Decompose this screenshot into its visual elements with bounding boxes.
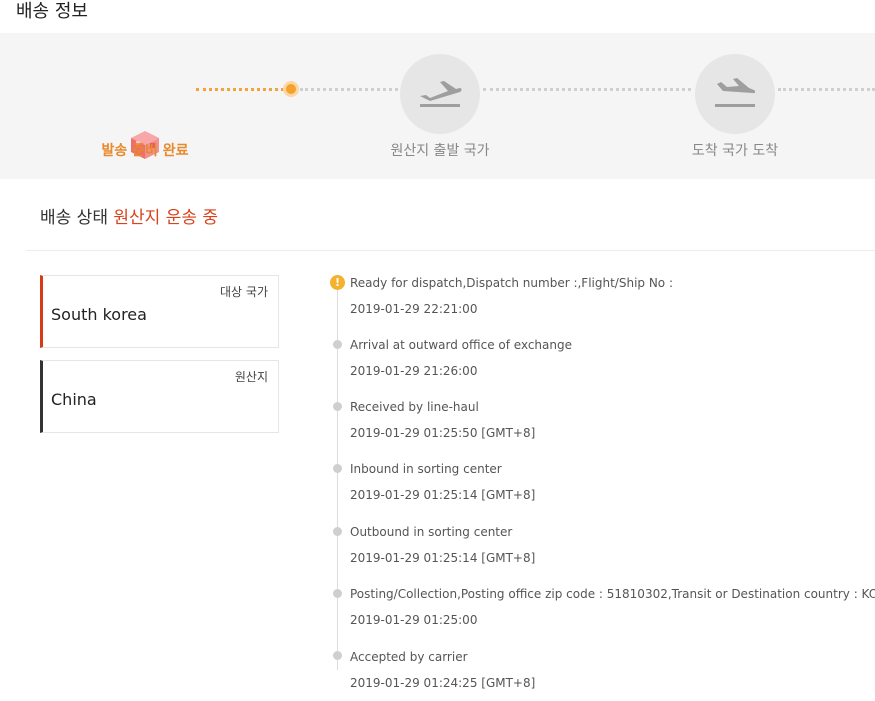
timeline-dot [333, 589, 342, 598]
timeline-dot [333, 340, 342, 349]
event-description: Ready for dispatch,Dispatch number :,Fli… [350, 276, 674, 290]
card-value: China [51, 390, 97, 409]
page-title: 배송 정보 [16, 1, 88, 22]
progress-dots-complete [196, 88, 284, 91]
plane-arrival-icon [715, 78, 756, 107]
progress-dots-pending [483, 88, 691, 91]
event-description: Inbound in sorting center [350, 462, 502, 476]
origin-country-card: 원산지 China [40, 360, 279, 433]
timeline-item: Ready for dispatch,Dispatch number :,Fli… [350, 276, 673, 316]
divider [26, 250, 875, 251]
timeline-dot [333, 651, 342, 660]
status-value: 원산지 운송 중 [113, 208, 219, 228]
shipping-progress: 발송 준비 완료 원산지 출발 국가 도착 국가 도착 [0, 33, 875, 179]
progress-dots-pending [300, 88, 398, 91]
event-time: 2019-01-29 01:25:00 [350, 613, 478, 627]
timeline-item: Accepted by carrier 2019-01-29 01:24:25 … [350, 650, 535, 690]
event-time: 2019-01-29 01:25:14 [GMT+8] [350, 488, 536, 502]
timeline-item: Arrival at outward office of exchange 20… [350, 338, 572, 378]
card-caption: 원산지 [234, 370, 268, 384]
event-description: Arrival at outward office of exchange [350, 338, 572, 352]
warning-icon: ! [330, 275, 345, 290]
timeline-dot [333, 402, 342, 411]
card-value: South korea [51, 305, 147, 324]
step-label-ready: 발송 준비 완료 [101, 143, 189, 159]
timeline-item: Received by line-haul 2019-01-29 01:25:5… [350, 400, 535, 440]
event-description: Received by line-haul [350, 400, 479, 414]
destination-country-card: 대상 국가 South korea [40, 275, 279, 348]
event-time: 2019-01-29 21:26:00 [350, 364, 478, 378]
event-time: 2019-01-29 22:21:00 [350, 302, 478, 316]
plane-departure-icon [420, 81, 462, 107]
event-time: 2019-01-29 01:24:25 [GMT+8] [350, 676, 536, 690]
timeline-dot [333, 464, 342, 473]
event-description: Outbound in sorting center [350, 525, 513, 539]
timeline-item: Inbound in sorting center 2019-01-29 01:… [350, 462, 535, 502]
timeline-item: Posting/Collection,Posting office zip co… [350, 587, 875, 627]
step-circle-departure [400, 54, 480, 134]
event-time: 2019-01-29 01:25:14 [GMT+8] [350, 551, 536, 565]
progress-dots-pending [778, 88, 875, 91]
status-label: 배송 상태 [40, 208, 108, 228]
step-label-departure: 원산지 출발 국가 [390, 143, 490, 159]
timeline-dot [333, 527, 342, 536]
step-circle-arrival [695, 54, 775, 134]
event-description: Posting/Collection,Posting office zip co… [350, 587, 875, 601]
event-description: Accepted by carrier [350, 650, 468, 664]
timeline-item: Outbound in sorting center 2019-01-29 01… [350, 525, 535, 565]
current-step-dot [283, 81, 299, 97]
card-caption: 대상 국가 [220, 285, 268, 299]
step-label-arrival: 도착 국가 도착 [691, 143, 779, 159]
event-time: 2019-01-29 01:25:50 [GMT+8] [350, 426, 536, 440]
shipping-status: 배송 상태 원산지 운송 중 [40, 203, 218, 228]
